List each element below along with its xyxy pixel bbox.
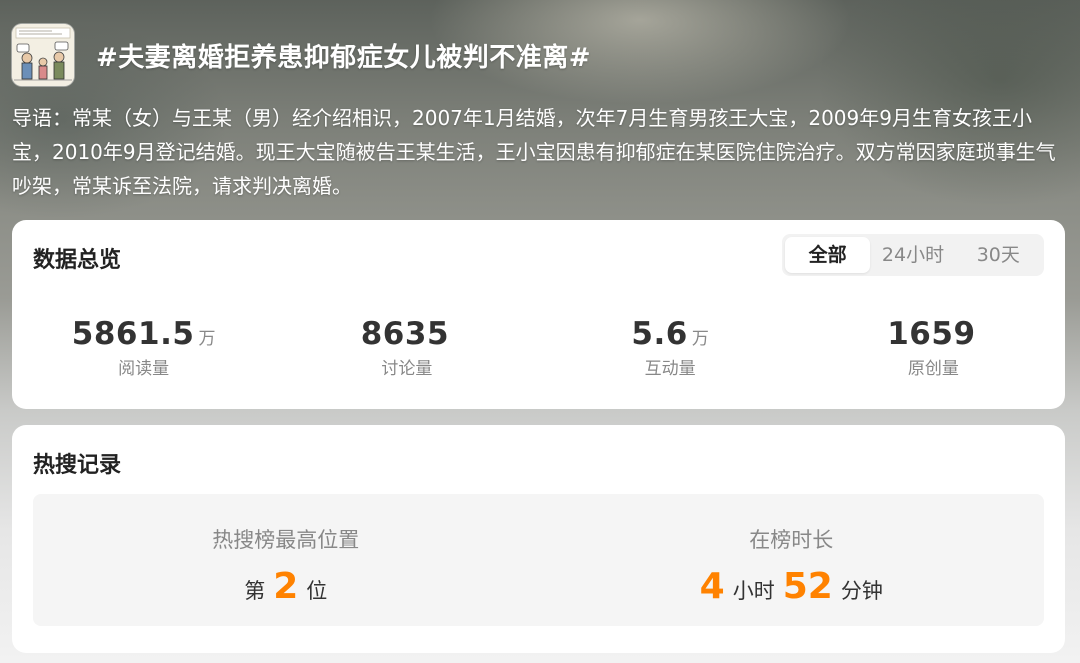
peak-position-label: 热搜榜最高位置 xyxy=(212,528,360,552)
tab-all[interactable]: 全部 xyxy=(785,237,871,273)
stat-reads: 5861.5 万 阅读量 xyxy=(12,316,275,379)
stat-value: 5861.5 xyxy=(71,316,195,352)
stat-interactions: 5.6 万 互动量 xyxy=(539,316,802,379)
data-overview-title: 数据总览 xyxy=(33,248,122,273)
hot-search-card: 热搜记录 热搜榜最高位置 第 2 位 在榜时长 4 小时 52 分钟 xyxy=(12,425,1065,653)
time-range-tabs: 全部 24小时 30天 xyxy=(782,234,1044,276)
comic-thumbnail-icon[interactable] xyxy=(12,24,74,86)
hot-search-panel: 热搜榜最高位置 第 2 位 在榜时长 4 小时 52 分钟 xyxy=(33,494,1044,626)
hot-search-title: 热搜记录 xyxy=(33,453,122,478)
duration-minutes-unit: 分钟 xyxy=(840,579,883,603)
stat-value: 8635 xyxy=(360,316,450,352)
tab-30d[interactable]: 30天 xyxy=(956,237,1041,273)
duration-hours-unit: 小时 xyxy=(732,579,775,603)
stat-label: 阅读量 xyxy=(118,359,170,379)
peak-prefix: 第 xyxy=(244,579,266,603)
stat-discussions: 8635 讨论量 xyxy=(275,316,538,379)
peak-suffix: 位 xyxy=(306,579,328,603)
stat-value: 5.6 xyxy=(631,316,688,352)
stat-label: 原创量 xyxy=(907,359,959,379)
stat-label: 讨论量 xyxy=(381,359,433,379)
stat-label: 互动量 xyxy=(644,359,696,379)
duration-minutes: 52 xyxy=(782,566,833,607)
stat-unit: 万 xyxy=(691,329,709,349)
data-overview-card: 数据总览 全部 24小时 30天 5861.5 万 阅读量 8635 讨论量 5… xyxy=(12,220,1065,409)
topic-header: #夫妻离婚拒养患抑郁症女儿被判不准离# xyxy=(12,24,591,86)
tab-24h[interactable]: 24小时 xyxy=(870,237,955,273)
duration-label: 在榜时长 xyxy=(749,528,834,552)
topic-page: #夫妻离婚拒养患抑郁症女儿被判不准离# 导语：常某（女）与王某（男）经介绍相识，… xyxy=(0,0,1080,663)
stat-originals: 1659 原创量 xyxy=(802,316,1065,379)
peak-position: 热搜榜最高位置 第 2 位 xyxy=(33,494,539,626)
stat-value: 1659 xyxy=(887,316,976,352)
topic-title: #夫妻离婚拒养患抑郁症女儿被判不准离# xyxy=(96,42,592,73)
stat-unit: 万 xyxy=(198,329,216,349)
duration-hours: 4 xyxy=(699,566,725,607)
peak-value: 2 xyxy=(273,566,299,607)
stats-row: 5861.5 万 阅读量 8635 讨论量 5.6 万 互动量 1659 原创量 xyxy=(12,316,1065,379)
on-list-duration: 在榜时长 4 小时 52 分钟 xyxy=(539,494,1045,626)
topic-intro: 导语：常某（女）与王某（男）经介绍相识，2007年1月结婚，次年7月生育男孩王大… xyxy=(12,106,1056,198)
